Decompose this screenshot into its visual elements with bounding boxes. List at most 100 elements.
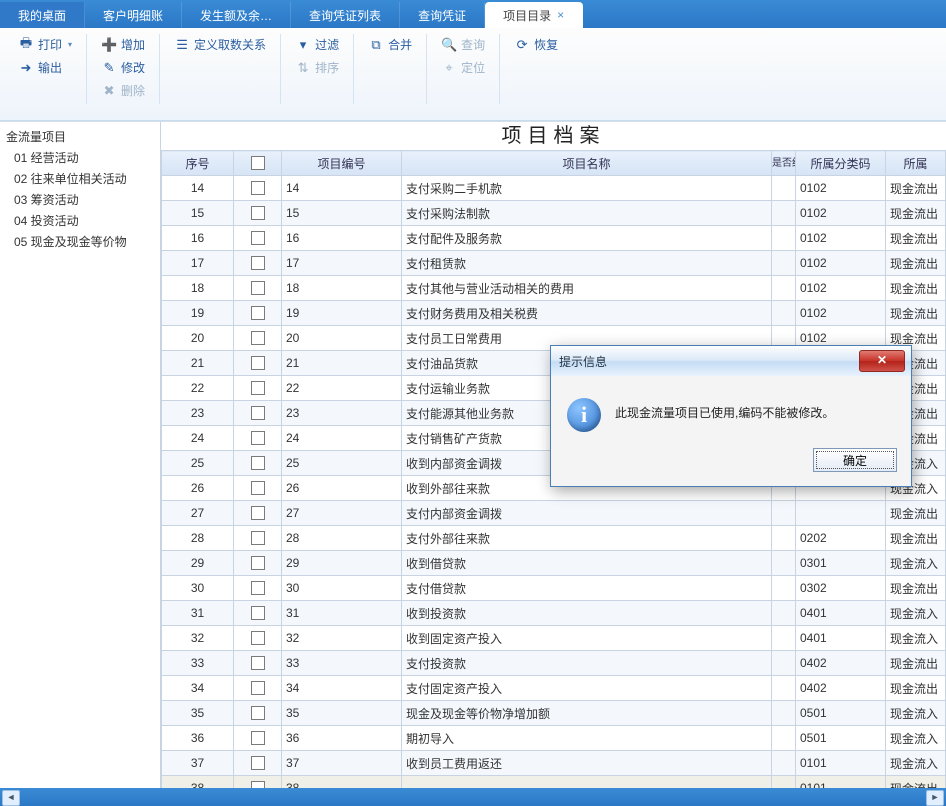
cell-direction[interactable]: 现金流入 — [886, 626, 946, 651]
define-relation-button[interactable]: ☰定义取数关系 — [170, 34, 270, 55]
cell-code[interactable]: 20 — [282, 326, 402, 351]
tree-root[interactable]: 金流量项目 — [0, 126, 160, 147]
cell-code[interactable]: 35 — [282, 701, 402, 726]
cell-settle[interactable] — [772, 676, 796, 701]
table-row[interactable]: 3131收到投资款0401现金流入 — [162, 601, 946, 626]
cell-check[interactable] — [234, 601, 282, 626]
cell-name[interactable]: 支付内部资金调拨 — [402, 501, 772, 526]
cell-category[interactable]: 0102 — [796, 301, 886, 326]
cell-check[interactable] — [234, 576, 282, 601]
cell-direction[interactable]: 现金流出 — [886, 501, 946, 526]
cell-check[interactable] — [234, 751, 282, 776]
cell-settle[interactable] — [772, 501, 796, 526]
merge-button[interactable]: ⧉合并 — [364, 34, 416, 55]
cell-category[interactable]: 0501 — [796, 701, 886, 726]
table-row[interactable]: 2828支付外部往来款0202现金流出 — [162, 526, 946, 551]
cell-direction[interactable]: 现金流出 — [886, 276, 946, 301]
cell-code[interactable]: 26 — [282, 476, 402, 501]
cell-category[interactable]: 0402 — [796, 676, 886, 701]
cell-category[interactable] — [796, 501, 886, 526]
cell-category[interactable]: 0302 — [796, 576, 886, 601]
cell-direction[interactable]: 现金流入 — [886, 601, 946, 626]
tree-item[interactable]: 01 经营活动 — [0, 147, 160, 168]
table-row[interactable]: 3434支付固定资产投入0402现金流出 — [162, 676, 946, 701]
table-row[interactable]: 1515支付采购法制款0102现金流出 — [162, 201, 946, 226]
checkbox-icon[interactable] — [251, 256, 265, 270]
table-row[interactable]: 1717支付租赁款0102现金流出 — [162, 251, 946, 276]
cell-code[interactable]: 18 — [282, 276, 402, 301]
cell-category[interactable]: 0501 — [796, 726, 886, 751]
checkbox-icon[interactable] — [251, 706, 265, 720]
cell-code[interactable]: 21 — [282, 351, 402, 376]
cell-check[interactable] — [234, 401, 282, 426]
cell-direction[interactable]: 现金流出 — [886, 676, 946, 701]
cell-settle[interactable] — [772, 651, 796, 676]
cell-name[interactable]: 支付配件及服务款 — [402, 226, 772, 251]
cell-check[interactable] — [234, 676, 282, 701]
cell-direction[interactable]: 现金流入 — [886, 751, 946, 776]
cell-name[interactable]: 收到投资款 — [402, 601, 772, 626]
cell-direction[interactable]: 现金流出 — [886, 526, 946, 551]
cell-check[interactable] — [234, 301, 282, 326]
cell-direction[interactable]: 现金流出 — [886, 251, 946, 276]
cell-code[interactable]: 17 — [282, 251, 402, 276]
checkbox-icon[interactable] — [251, 181, 265, 195]
checkbox-icon[interactable] — [251, 681, 265, 695]
output-button[interactable]: ➜输出 — [14, 57, 76, 78]
checkbox-icon[interactable] — [251, 456, 265, 470]
cell-settle[interactable] — [772, 201, 796, 226]
col-check[interactable] — [234, 151, 282, 176]
sort-button[interactable]: ⇅排序 — [291, 57, 343, 78]
cell-category[interactable]: 0102 — [796, 251, 886, 276]
table-row[interactable]: 1616支付配件及服务款0102现金流出 — [162, 226, 946, 251]
cell-name[interactable]: 支付其他与营业活动相关的费用 — [402, 276, 772, 301]
cell-code[interactable]: 32 — [282, 626, 402, 651]
cell-check[interactable] — [234, 351, 282, 376]
table-row[interactable]: 2727支付内部资金调拨现金流出 — [162, 501, 946, 526]
cell-category[interactable]: 0102 — [796, 276, 886, 301]
cell-direction[interactable]: 现金流入 — [886, 726, 946, 751]
checkbox-icon[interactable] — [251, 206, 265, 220]
cell-check[interactable] — [234, 526, 282, 551]
cell-category[interactable]: 0402 — [796, 651, 886, 676]
cell-name[interactable]: 收到借贷款 — [402, 551, 772, 576]
checkbox-icon[interactable] — [251, 481, 265, 495]
cell-check[interactable] — [234, 376, 282, 401]
table-row[interactable]: 3030支付借贷款0302现金流出 — [162, 576, 946, 601]
cell-settle[interactable] — [772, 726, 796, 751]
print-button[interactable]: 🖶打印▾ — [14, 34, 76, 55]
add-button[interactable]: ➕增加 — [97, 34, 149, 55]
dialog-titlebar[interactable]: 提示信息 ✕ — [551, 346, 911, 376]
cell-check[interactable] — [234, 501, 282, 526]
tab-查询凭证列表[interactable]: 查询凭证列表 — [291, 2, 400, 28]
cell-category[interactable]: 0102 — [796, 226, 886, 251]
col-name[interactable]: 项目名称 — [402, 151, 772, 176]
cell-check[interactable] — [234, 451, 282, 476]
cell-settle[interactable] — [772, 576, 796, 601]
table-row[interactable]: 3333支付投资款0402现金流出 — [162, 651, 946, 676]
cell-name[interactable]: 收到固定资产投入 — [402, 626, 772, 651]
cell-name[interactable]: 支付采购法制款 — [402, 201, 772, 226]
cell-direction[interactable]: 现金流出 — [886, 201, 946, 226]
cell-settle[interactable] — [772, 176, 796, 201]
locate-button[interactable]: ⌖定位 — [437, 57, 489, 78]
cell-name[interactable]: 支付借贷款 — [402, 576, 772, 601]
col-seq[interactable]: 序号 — [162, 151, 234, 176]
col-direction[interactable]: 所属 — [886, 151, 946, 176]
cell-settle[interactable] — [772, 701, 796, 726]
cell-settle[interactable] — [772, 526, 796, 551]
cell-check[interactable] — [234, 726, 282, 751]
cell-settle[interactable] — [772, 276, 796, 301]
checkbox-icon[interactable] — [251, 431, 265, 445]
cell-name[interactable]: 收到员工费用返还 — [402, 751, 772, 776]
delete-button[interactable]: ✖删除 — [97, 80, 149, 101]
cell-settle[interactable] — [772, 601, 796, 626]
cell-check[interactable] — [234, 276, 282, 301]
col-category[interactable]: 所属分类码 — [796, 151, 886, 176]
checkbox-icon[interactable] — [251, 356, 265, 370]
table-row[interactable]: 3737收到员工费用返还0101现金流入 — [162, 751, 946, 776]
cell-category[interactable]: 0401 — [796, 626, 886, 651]
checkbox-icon[interactable] — [251, 306, 265, 320]
filter-button[interactable]: ▾过滤 — [291, 34, 343, 55]
cell-code[interactable]: 24 — [282, 426, 402, 451]
